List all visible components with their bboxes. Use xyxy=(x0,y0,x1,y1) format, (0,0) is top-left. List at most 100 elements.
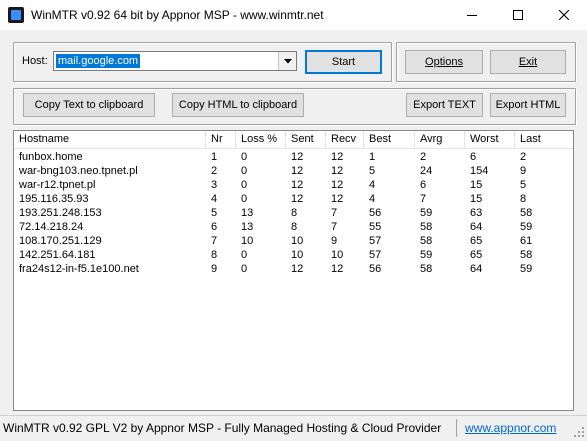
export-text-button-label: Export TEXT xyxy=(413,99,476,111)
cell-avrg: 58 xyxy=(420,235,433,247)
cell-best: 56 xyxy=(369,263,382,275)
maximize-button[interactable] xyxy=(495,0,541,30)
column-header-last[interactable]: Last xyxy=(515,131,573,148)
cell-worst: 65 xyxy=(470,235,483,247)
cell-best: 56 xyxy=(369,207,382,219)
column-header-sent[interactable]: Sent xyxy=(286,131,326,148)
cell-last: 58 xyxy=(520,249,533,261)
cell-best: 4 xyxy=(369,193,376,205)
cell-nr: 4 xyxy=(211,193,218,205)
app-icon xyxy=(8,7,24,23)
export-html-button[interactable]: Export HTML xyxy=(490,93,566,117)
appnor-link[interactable]: www.appnor.com xyxy=(465,421,556,435)
column-header-nr[interactable]: Nr xyxy=(206,131,236,148)
host-dropdown-button[interactable] xyxy=(278,52,296,70)
column-header-worst[interactable]: Worst xyxy=(465,131,515,148)
start-button[interactable]: Start xyxy=(305,50,382,74)
cell-sent: 10 xyxy=(291,235,304,247)
cell-hostname: 108.170.251.129 xyxy=(19,235,102,247)
title-bar[interactable]: WinMTR v0.92 64 bit by Appnor MSP - www.… xyxy=(0,0,587,30)
column-header-recv[interactable]: Recv xyxy=(326,131,364,148)
cell-loss: 0 xyxy=(241,165,248,177)
cell-recv: 12 xyxy=(331,179,344,191)
cell-recv: 9 xyxy=(331,235,338,247)
cell-hostname: fra24s12-in-f5.1e100.net xyxy=(19,263,139,275)
column-header-best[interactable]: Best xyxy=(364,131,415,148)
cell-avrg: 6 xyxy=(420,179,427,191)
column-header-avrg[interactable]: Avrg xyxy=(415,131,465,148)
cell-last: 5 xyxy=(520,179,527,191)
table-row[interactable]: 142.251.64.181 8 0 10 10 57 59 65 58 xyxy=(14,248,573,262)
cell-worst: 154 xyxy=(470,165,489,177)
close-button[interactable] xyxy=(541,0,587,30)
cell-recv: 10 xyxy=(331,249,344,261)
table-row[interactable]: fra24s12-in-f5.1e100.net 9 0 12 12 56 58 64 59 xyxy=(14,262,573,276)
cell-recv: 12 xyxy=(331,151,344,163)
cell-loss: 10 xyxy=(241,235,254,247)
cell-hostname: funbox.home xyxy=(19,151,83,163)
status-text: WinMTR v0.92 GPL V2 by Appnor MSP - Full… xyxy=(3,421,442,435)
cell-hostname: 193.251.248.153 xyxy=(19,207,102,219)
results-list[interactable]: Hostname Nr Loss % Sent Recv Best Avrg W… xyxy=(13,130,574,411)
cell-worst: 15 xyxy=(470,179,483,191)
cell-nr: 3 xyxy=(211,179,218,191)
host-input-value[interactable]: mail.google.com xyxy=(56,54,141,68)
copy-text-button[interactable]: Copy Text to clipboard xyxy=(23,93,155,117)
cell-recv: 7 xyxy=(331,207,338,219)
options-button[interactable]: Options xyxy=(405,50,483,74)
cell-loss: 0 xyxy=(241,263,248,275)
cell-nr: 8 xyxy=(211,249,218,261)
copy-html-button[interactable]: Copy HTML to clipboard xyxy=(172,93,304,117)
cell-last: 58 xyxy=(520,207,533,219)
cell-avrg: 2 xyxy=(420,151,427,163)
cell-loss: 13 xyxy=(241,207,254,219)
cell-worst: 64 xyxy=(470,221,483,233)
cell-avrg: 59 xyxy=(420,249,433,261)
cell-sent: 12 xyxy=(291,151,304,163)
cell-hostname: 72.14.218.24 xyxy=(19,221,84,233)
export-html-button-label: Export HTML xyxy=(495,99,561,111)
minimize-icon xyxy=(467,10,477,20)
cell-hostname: war-r12.tpnet.pl xyxy=(19,179,96,191)
close-icon xyxy=(559,10,569,20)
status-separator xyxy=(456,419,457,437)
cell-avrg: 24 xyxy=(420,165,433,177)
cell-loss: 0 xyxy=(241,193,248,205)
cell-best: 55 xyxy=(369,221,382,233)
table-row[interactable]: war-r12.tpnet.pl 3 0 12 12 4 6 15 5 xyxy=(14,178,573,192)
cell-avrg: 59 xyxy=(420,207,433,219)
cell-best: 57 xyxy=(369,249,382,261)
window-title: WinMTR v0.92 64 bit by Appnor MSP - www.… xyxy=(31,8,324,22)
cell-nr: 2 xyxy=(211,165,218,177)
cell-sent: 8 xyxy=(291,221,298,233)
copy-html-button-label: Copy HTML to clipboard xyxy=(178,99,298,111)
table-row[interactable]: 193.251.248.153 5 13 8 7 56 59 63 58 xyxy=(14,206,573,220)
cell-sent: 8 xyxy=(291,207,298,219)
column-header-hostname[interactable]: Hostname xyxy=(14,131,206,148)
cell-worst: 15 xyxy=(470,193,483,205)
table-row[interactable]: 108.170.251.129 7 10 10 9 57 58 65 61 xyxy=(14,234,573,248)
minimize-button[interactable] xyxy=(449,0,495,30)
cell-avrg: 7 xyxy=(420,193,427,205)
host-label: Host: xyxy=(22,55,48,67)
start-button-label: Start xyxy=(331,56,356,68)
cell-nr: 7 xyxy=(211,235,218,247)
column-header-loss[interactable]: Loss % xyxy=(236,131,286,148)
options-button-label: Options xyxy=(425,56,463,68)
table-row[interactable]: 72.14.218.24 6 13 8 7 55 58 64 59 xyxy=(14,220,573,234)
exit-button[interactable]: Exit xyxy=(490,50,566,74)
cell-hostname: war-bng103.neo.tpnet.pl xyxy=(19,165,138,177)
cell-loss: 13 xyxy=(241,221,254,233)
cell-hostname: 195.116.35.93 xyxy=(19,193,89,205)
resize-grip-icon[interactable] xyxy=(573,426,585,438)
cell-sent: 12 xyxy=(291,165,304,177)
table-row[interactable]: 195.116.35.93 4 0 12 12 4 7 15 8 xyxy=(14,192,573,206)
table-row[interactable]: funbox.home 1 0 12 12 1 2 6 2 xyxy=(14,150,573,164)
table-row[interactable]: war-bng103.neo.tpnet.pl 2 0 12 12 5 24 154 9 xyxy=(14,164,573,178)
cell-last: 2 xyxy=(520,151,527,163)
cell-avrg: 58 xyxy=(420,263,433,275)
cell-worst: 63 xyxy=(470,207,483,219)
host-combobox[interactable]: mail.google.com xyxy=(53,51,297,71)
export-text-button[interactable]: Export TEXT xyxy=(406,93,483,117)
maximize-icon xyxy=(513,10,523,20)
